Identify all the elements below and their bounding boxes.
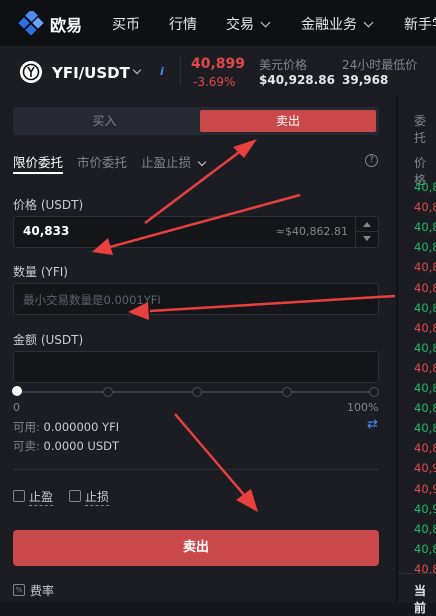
tab-limit-order[interactable]: 限价委托 — [13, 152, 63, 171]
orderbook-row-price[interactable]: 40,8 — [414, 260, 436, 274]
nav-item-beginner[interactable]: 新手学 — [404, 14, 436, 34]
chevron-down-icon — [363, 17, 374, 28]
divider — [13, 469, 379, 470]
low-24h-label: 24小时最低价 — [342, 58, 418, 72]
orderbook-tab[interactable]: 委托 — [414, 112, 436, 146]
nav-item-markets[interactable]: 行情 — [169, 14, 197, 34]
usd-price-value: $40,928.86 — [259, 73, 335, 87]
orderbook-row-price[interactable]: 40,8 — [414, 240, 436, 254]
chevron-down-icon — [260, 17, 271, 28]
price-input[interactable]: 40,833 ≈$40,862.81 — [13, 216, 379, 248]
price-usd-approx: ≈$40,862.81 — [275, 225, 348, 238]
help-icon[interactable]: ? — [365, 154, 378, 167]
active-tab-underline — [13, 172, 63, 174]
nav-item-trade[interactable]: 交易 — [226, 14, 271, 34]
slider-max-label: 100% — [347, 401, 379, 414]
orderbook-row-price[interactable]: 40,8 — [414, 381, 436, 395]
take-profit-label[interactable]: 止盈 — [29, 488, 54, 506]
low-24h-value: 39,968 — [342, 73, 389, 87]
orderbook-row-price[interactable]: 40,8 — [414, 522, 436, 536]
amount-label: 数量 (YFI) — [13, 265, 68, 279]
sell-button[interactable]: 卖出 — [13, 530, 379, 566]
slider-step-25[interactable] — [103, 387, 113, 397]
stop-loss-checkbox[interactable] — [69, 490, 81, 502]
price-stepper[interactable] — [355, 217, 378, 247]
chevron-down-icon — [197, 157, 207, 167]
orderbook-row-price[interactable]: 40,8 — [414, 281, 436, 295]
trading-pair-selector[interactable]: YFI/USDT — [52, 64, 130, 82]
divider — [356, 231, 378, 232]
total-input[interactable] — [13, 351, 379, 383]
logo-text[interactable]: 欧易 — [50, 12, 82, 36]
orderbook-row-price[interactable]: 40,8 — [414, 180, 436, 194]
usd-price-label: 美元价格 — [259, 58, 308, 72]
orderbook-row-price[interactable]: 40,8 — [414, 361, 436, 375]
amount-input[interactable]: 最小交易数量是0.0001YFI — [13, 283, 379, 315]
take-profit-checkbox[interactable] — [13, 490, 25, 502]
divider — [180, 56, 181, 86]
fee-rate-link[interactable]: 费率 — [30, 582, 54, 599]
decrement-icon[interactable] — [363, 236, 371, 241]
okx-logo-icon[interactable] — [18, 11, 44, 35]
tab-tp-sl-order[interactable]: 止盈止损 — [141, 152, 207, 171]
available-balance: 可用: 0.000000 YFI — [13, 420, 120, 434]
ticker-bar: YFI/USDT i 40,899 -3.69% 美元价格 $40,928.86… — [0, 46, 436, 97]
tab-market-order[interactable]: 市价委托 — [77, 152, 127, 171]
slider-handle[interactable] — [12, 386, 22, 396]
price-value: 40,833 — [23, 224, 70, 238]
nav-item-buy-crypto[interactable]: 买币 — [112, 14, 140, 34]
top-nav: 欧易 买币 行情 交易 金融业务 新手学 — [0, 0, 436, 46]
total-label: 金额 (USDT) — [13, 333, 84, 347]
sell-tab[interactable]: 卖出 — [200, 110, 376, 132]
increment-icon[interactable] — [363, 222, 371, 227]
price-label: 价格 (USDT) — [13, 198, 84, 212]
last-price: 40,899 — [191, 56, 246, 72]
fee-icon: % — [13, 584, 25, 596]
transfer-icon[interactable]: ⇄ — [367, 417, 378, 432]
orderbook-row-price[interactable]: 40,8 — [414, 421, 436, 435]
orderbook-row-price[interactable]: 40,8 — [414, 542, 436, 556]
stop-loss-label[interactable]: 止损 — [85, 488, 110, 506]
slider-step-75[interactable] — [282, 387, 292, 397]
current-label: 当前 — [414, 584, 427, 615]
slider-step-50[interactable] — [192, 387, 202, 397]
orderbook-row-price[interactable]: 40,8 — [414, 441, 436, 455]
info-icon[interactable]: i — [160, 65, 164, 78]
price-change: -3.69% — [193, 75, 236, 89]
orderbook-row-price[interactable]: 40,8 — [414, 341, 436, 355]
orderbook-row-price[interactable]: 40,8 — [414, 301, 436, 315]
orderbook-row-price[interactable]: 40,9 — [414, 461, 436, 475]
orderbook-row-price[interactable]: 40,8 — [414, 321, 436, 335]
sellable-balance: 可卖: 0.0000 USDT — [13, 439, 120, 453]
buy-tab[interactable]: 买入 — [13, 107, 196, 135]
orderbook-row-price[interactable]: 40,8 — [414, 200, 436, 214]
orderbook-row-price[interactable]: 40,9 — [414, 482, 436, 496]
sellable-value: 0.0000 USDT — [43, 439, 120, 453]
orderbook-row-price[interactable]: 40,8 — [414, 401, 436, 415]
orderbook-row-price[interactable]: 40,9 — [414, 502, 436, 516]
yfi-coin-icon — [20, 61, 42, 83]
slider-min-label: 0 — [13, 401, 20, 414]
nav-item-finance[interactable]: 金融业务 — [301, 14, 374, 34]
chevron-down-icon[interactable] — [132, 65, 142, 75]
available-value: 0.000000 YFI — [43, 420, 120, 434]
slider-step-100[interactable] — [369, 387, 379, 397]
orderbook-row-price[interactable]: 40,8 — [414, 220, 436, 234]
amount-placeholder: 最小交易数量是0.0001YFI — [23, 293, 161, 307]
